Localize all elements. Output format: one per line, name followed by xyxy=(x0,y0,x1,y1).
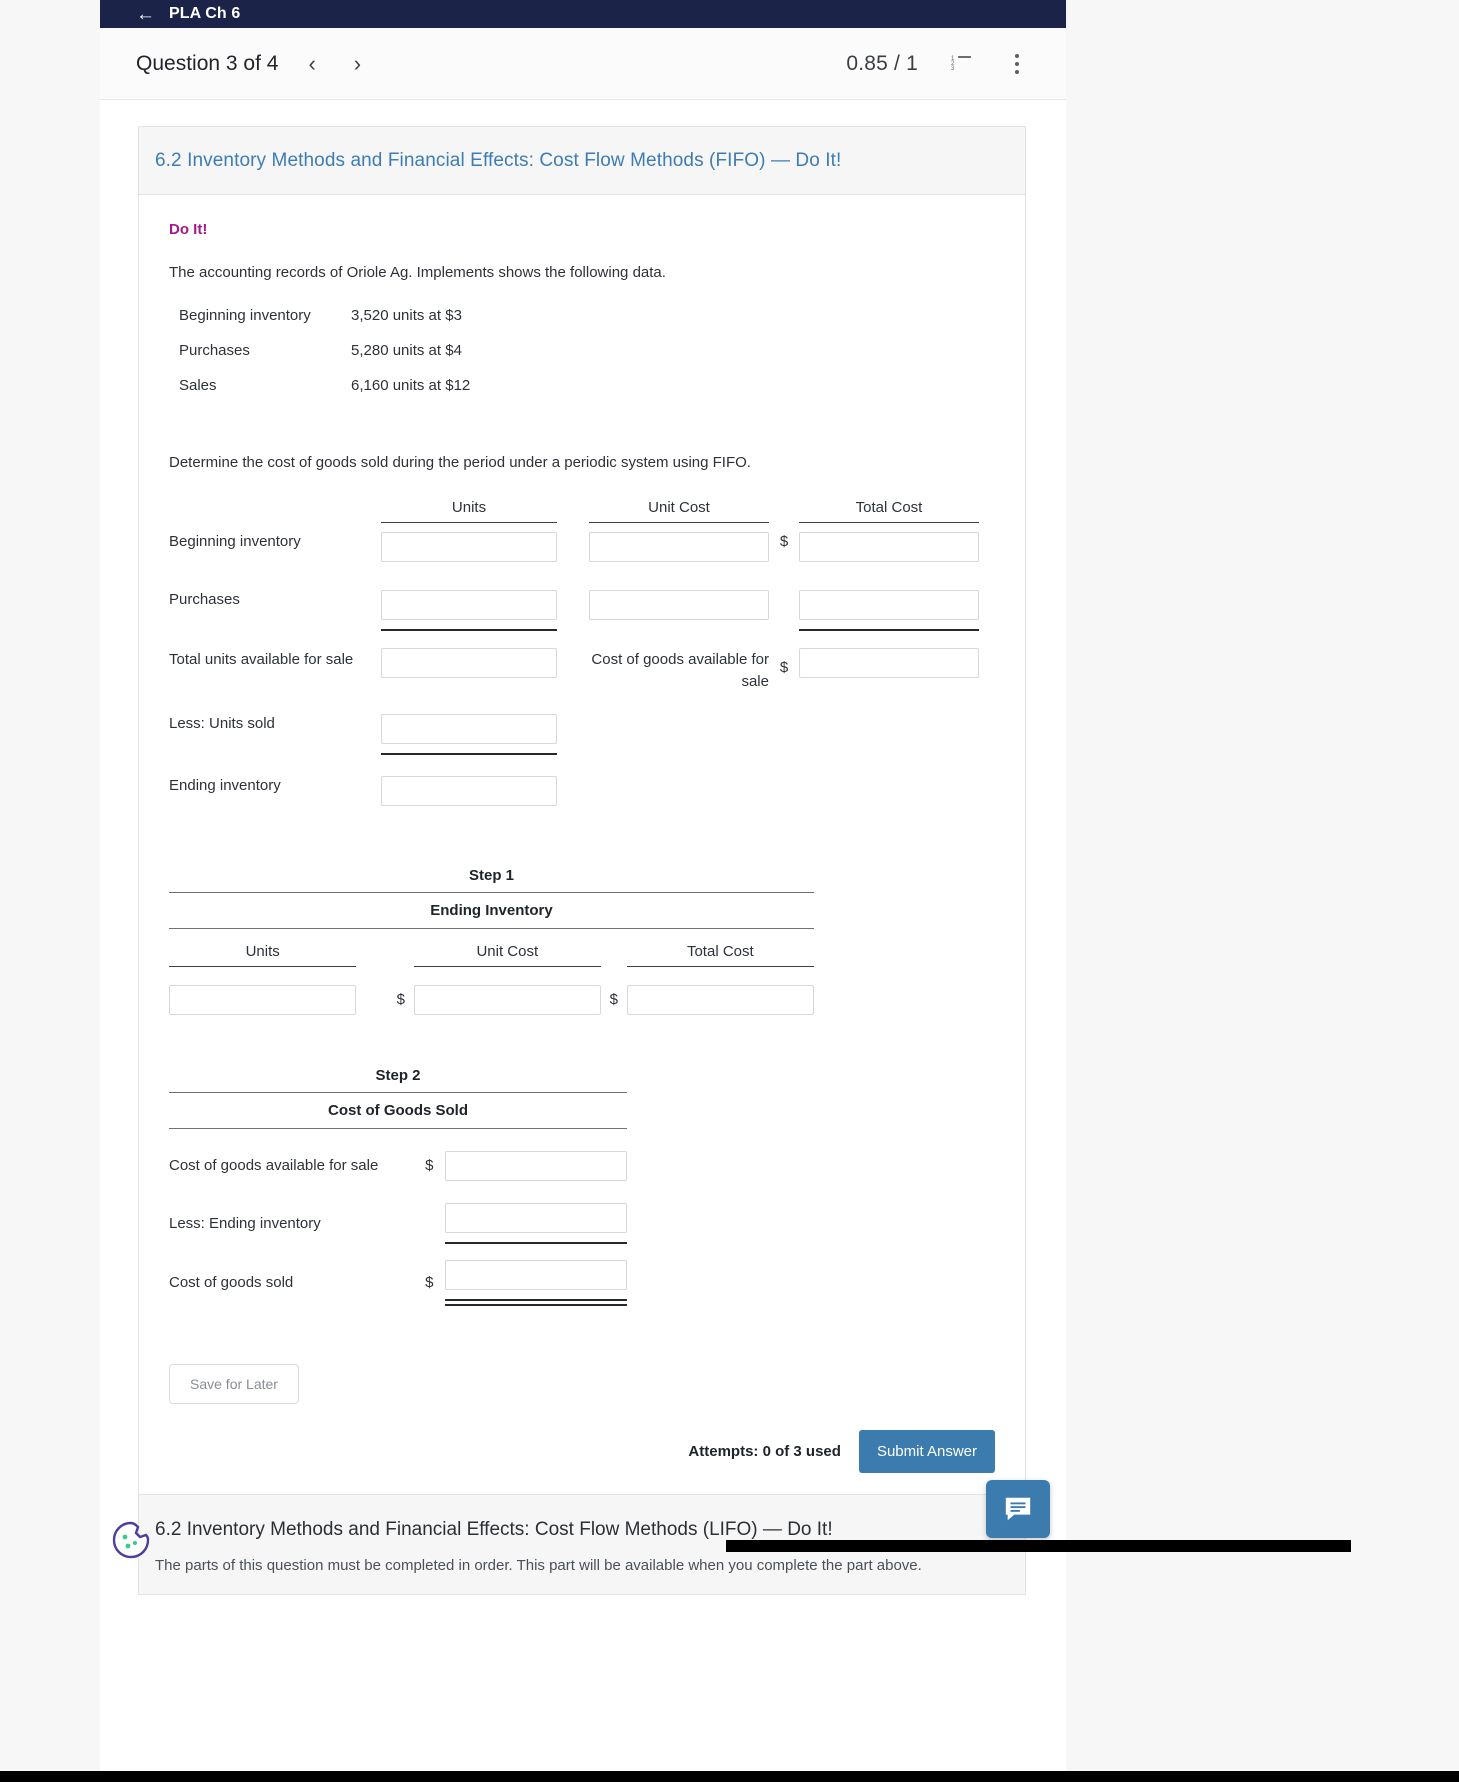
chevron-left-icon[interactable]: ‹ xyxy=(300,51,323,77)
do-it-label: Do It! xyxy=(169,221,208,238)
worksheet-row-ending-inventory: Ending inventory xyxy=(169,755,995,815)
purchases-unit-cost-input[interactable] xyxy=(589,590,769,620)
save-for-later-button[interactable]: Save for Later xyxy=(169,1363,299,1404)
left-gutter xyxy=(0,0,100,1782)
given-value: 5,280 units at $4 xyxy=(351,342,462,359)
worksheet-row-beginning-inventory: Beginning inventory $ xyxy=(169,523,995,571)
chat-widget-button[interactable] xyxy=(986,1480,1050,1538)
next-question-title: 6.2 Inventory Methods and Financial Effe… xyxy=(155,1519,833,1540)
step-2-section-label: Cost of Goods Sold xyxy=(328,1101,468,1119)
row-label: Total units available for sale xyxy=(169,651,354,668)
given-row: Purchases 5,280 units at $4 xyxy=(179,342,995,359)
given-label: Purchases xyxy=(179,342,250,359)
dollar-sign: $ xyxy=(425,1274,434,1291)
arrow-left-icon[interactable]: ← xyxy=(136,5,155,24)
score-display: 0.85 / 1 xyxy=(846,51,918,75)
dollar-sign: $ xyxy=(396,991,405,1008)
beginning-inventory-units-input[interactable] xyxy=(381,532,557,562)
given-value: 3,520 units at $3 xyxy=(351,307,462,324)
attempts-counter: Attempts: 0 of 3 used xyxy=(688,1442,841,1460)
step2-less-ending-input[interactable] xyxy=(444,1202,627,1233)
question-counter: Question 3 of 4 xyxy=(136,51,279,75)
question-bar: Question 3 of 4 ‹ › 0.85 / 1 123 xyxy=(100,28,1066,100)
fifo-worksheet: Units Unit Cost Total Cost Beginning inv… xyxy=(169,499,995,815)
row-label: Cost of goods available for sale xyxy=(169,1157,379,1174)
column-header-total-cost: Total Cost xyxy=(855,499,923,516)
next-question-subtitle: The parts of this question must be compl… xyxy=(155,1557,922,1574)
step2-cost-available-input[interactable] xyxy=(444,1150,627,1181)
row-label: Less: Units sold xyxy=(169,714,275,732)
card-title: 6.2 Inventory Methods and Financial Effe… xyxy=(155,150,842,171)
given-label: Sales xyxy=(179,377,217,394)
step1-units-input[interactable] xyxy=(169,984,357,1015)
cookie-consent-icon[interactable] xyxy=(110,1519,152,1561)
step2-row-cogs: Cost of goods sold $ xyxy=(169,1259,627,1306)
row-label: Purchases xyxy=(169,591,240,608)
step1-column-header-units: Units xyxy=(245,942,280,960)
cost-available-note: Cost of goods available for sale xyxy=(591,651,769,690)
app-bar: ← PLA Ch 6 xyxy=(100,0,1066,28)
step-2-block: Step 2 Cost of Goods Sold Cost of goods … xyxy=(169,1067,627,1306)
step1-unit-cost-input[interactable] xyxy=(413,984,601,1015)
step-1-section-label: Ending Inventory xyxy=(430,901,553,919)
worksheet-row-units-sold: Less: Units sold xyxy=(169,693,995,755)
column-header-units: Units xyxy=(451,499,487,516)
beginning-inventory-unit-cost-input[interactable] xyxy=(589,532,769,562)
row-label: Cost of goods sold xyxy=(169,1274,294,1291)
chevron-right-icon[interactable]: › xyxy=(346,51,369,77)
worksheet-row-purchases: Purchases xyxy=(169,571,995,631)
dollar-sign: $ xyxy=(609,991,618,1008)
purchases-units-input[interactable] xyxy=(381,590,557,620)
dollar-sign: $ xyxy=(425,1157,434,1174)
intro-text: The accounting records of Oriole Ag. Imp… xyxy=(169,264,666,281)
worksheet-row-total-available: Total units available for sale Cost of g… xyxy=(169,631,995,693)
row-label: Less: Ending inventory xyxy=(169,1214,321,1232)
given-data-table: Beginning inventory 3,520 units at $3 Pu… xyxy=(179,307,995,394)
cost-goods-available-input[interactable] xyxy=(799,648,979,678)
question-status: 0.85 / 1 123 xyxy=(846,51,1030,77)
row-label: Beginning inventory xyxy=(169,533,301,550)
row-label: Ending inventory xyxy=(169,776,281,794)
worksheet-header-row: Units Unit Cost Total Cost xyxy=(169,499,995,523)
chat-bubble-icon xyxy=(1005,1497,1031,1521)
step-1-block: Step 1 Ending Inventory Units Unit Cost xyxy=(169,866,815,1015)
kebab-menu-icon[interactable] xyxy=(1004,51,1030,77)
step2-row-less-ending: Less: Ending inventory xyxy=(169,1202,627,1244)
bottom-screen-edge xyxy=(0,1771,1459,1782)
column-header-unit-cost: Unit Cost xyxy=(648,499,710,516)
app-title: PLA Ch 6 xyxy=(169,5,241,22)
given-value: 6,160 units at $12 xyxy=(351,377,471,394)
app-root: ← PLA Ch 6 Question 3 of 4 ‹ › 0.85 / 1 … xyxy=(0,0,1459,1782)
given-label: Beginning inventory xyxy=(179,307,311,324)
less-units-sold-input[interactable] xyxy=(381,713,557,744)
beginning-inventory-total-cost-input[interactable] xyxy=(799,532,979,562)
dollar-sign: $ xyxy=(779,659,789,676)
card-header: 6.2 Inventory Methods and Financial Effe… xyxy=(139,127,1025,195)
prompt-text: Determine the cost of goods sold during … xyxy=(169,454,751,471)
given-row: Beginning inventory 3,520 units at $3 xyxy=(179,307,995,324)
step1-column-header-unit-cost: Unit Cost xyxy=(476,942,539,960)
question-nav: Question 3 of 4 ‹ › xyxy=(136,51,369,77)
ending-inventory-units-input[interactable] xyxy=(381,775,557,806)
numbered-list-icon[interactable]: 123 xyxy=(948,51,974,77)
submit-answer-button[interactable]: Submit Answer xyxy=(858,1429,995,1473)
step1-total-cost-input[interactable] xyxy=(626,984,815,1015)
question-card: 6.2 Inventory Methods and Financial Effe… xyxy=(138,126,1026,1504)
step2-cogs-input[interactable] xyxy=(444,1259,627,1290)
submit-row: Attempts: 0 of 3 used Submit Answer xyxy=(169,1429,995,1473)
step-1-label: Step 1 xyxy=(468,866,514,884)
right-gutter xyxy=(1066,0,1459,1782)
purchases-total-cost-input[interactable] xyxy=(799,590,979,620)
total-units-available-input[interactable] xyxy=(381,648,557,678)
step-1-header-row: Units Unit Cost Total Cost xyxy=(169,942,815,967)
given-row: Sales 6,160 units at $12 xyxy=(179,377,995,394)
step-1-input-row: $ $ xyxy=(169,984,815,1015)
step-2-label: Step 2 xyxy=(375,1066,421,1084)
step1-column-header-total-cost: Total Cost xyxy=(686,942,754,960)
redaction-bar xyxy=(726,1540,1351,1552)
card-body: Do It! The accounting records of Oriole … xyxy=(139,195,1025,1503)
step2-row-cost-available: Cost of goods available for sale $ xyxy=(169,1150,627,1181)
dollar-sign: $ xyxy=(779,533,789,550)
